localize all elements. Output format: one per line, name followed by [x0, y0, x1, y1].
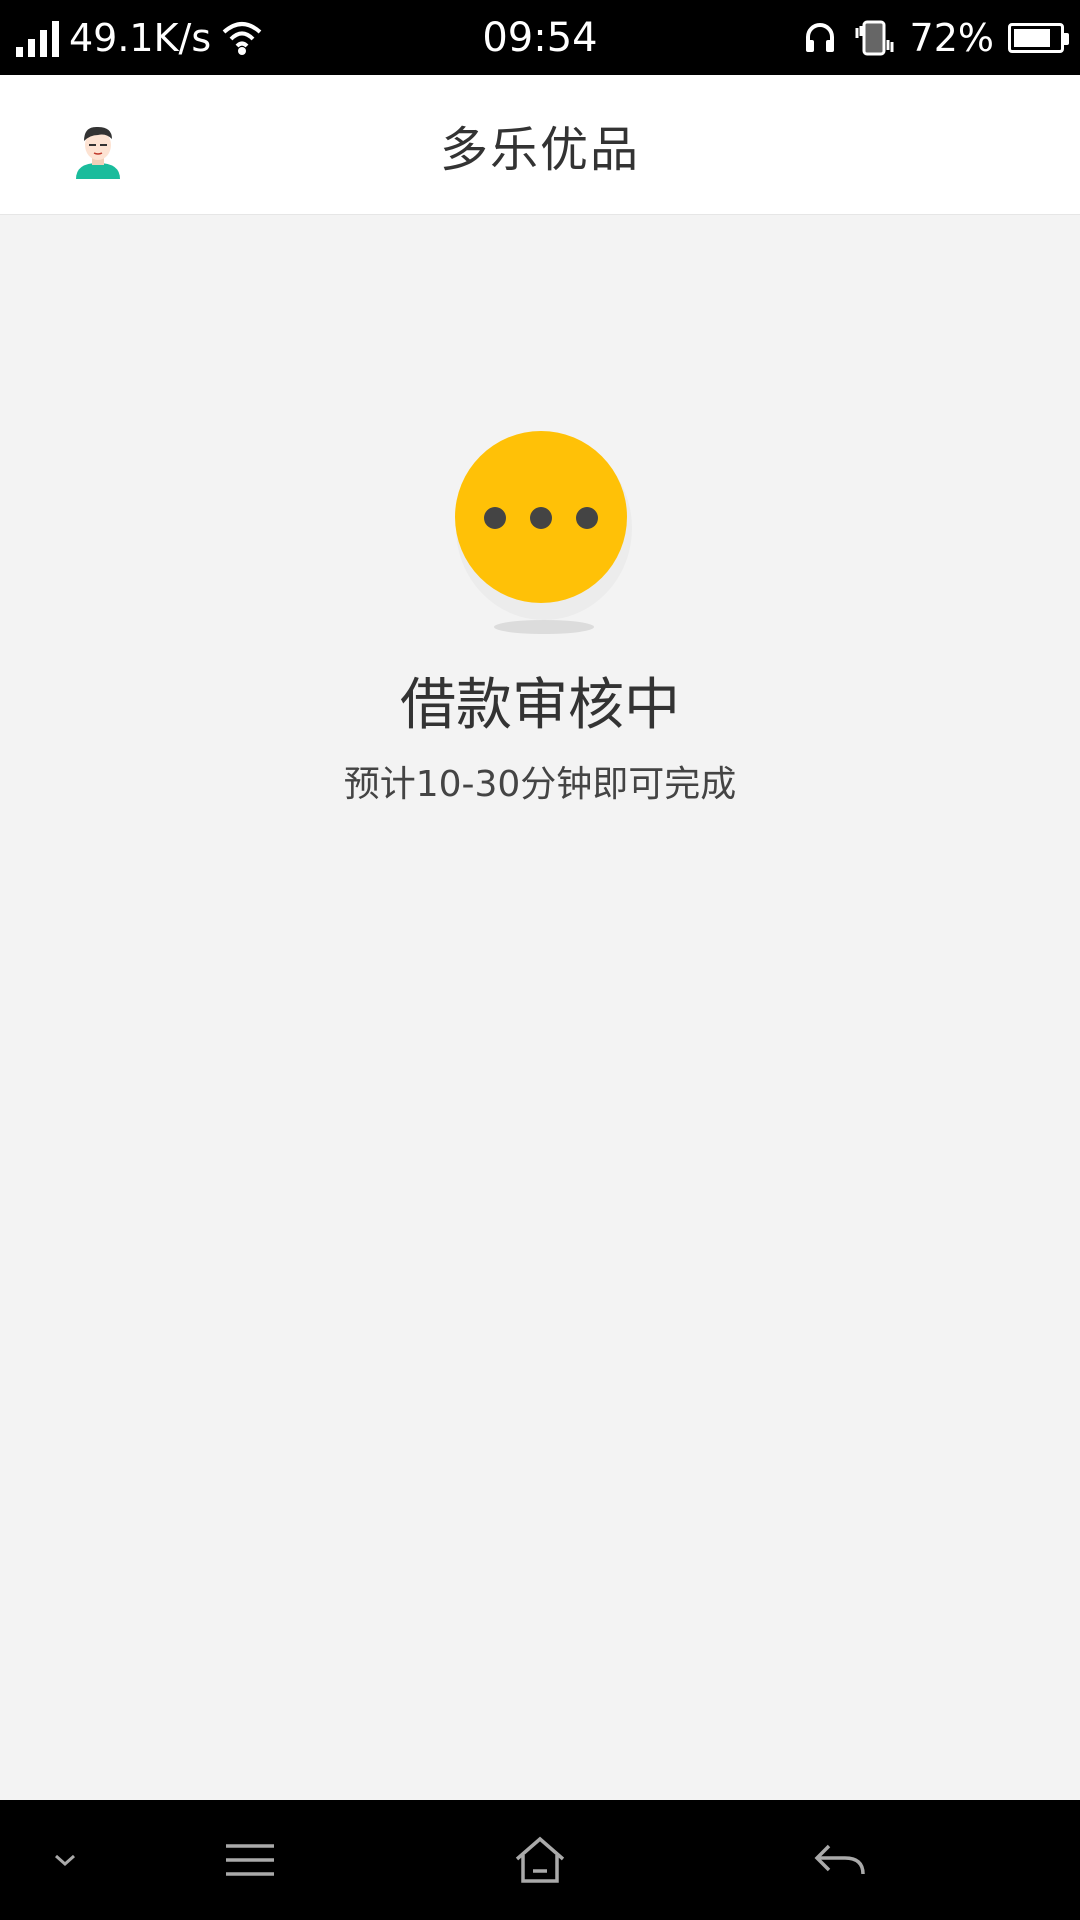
battery-icon — [1008, 22, 1069, 53]
status-bar: 49.1K/s 09:54 72% — [0, 0, 1080, 75]
app-header: 多乐优品 — [0, 75, 1080, 215]
nav-chevron-button[interactable] — [30, 1800, 100, 1920]
back-icon — [814, 1844, 865, 1875]
menu-icon — [226, 1844, 274, 1876]
chevron-down-icon — [55, 1854, 75, 1867]
page-title: 多乐优品 — [439, 122, 640, 178]
status-title: 借款审核中 — [400, 673, 680, 738]
battery-percent: 72% — [909, 15, 994, 60]
home-icon — [515, 1836, 565, 1883]
main-content: 借款审核中 预计10-30分钟即可完成 — [0, 215, 1080, 1800]
nav-back-button[interactable] — [790, 1800, 890, 1920]
status-right: 72% — [802, 0, 1069, 75]
headset-icon — [805, 22, 834, 52]
pending-dots-icon — [455, 431, 632, 634]
status-time: 09:54 — [482, 14, 598, 61]
nav-menu-button[interactable] — [200, 1800, 300, 1920]
nav-bar — [0, 1800, 1080, 1920]
vibrate-icon — [855, 20, 894, 55]
status-subtitle: 预计10-30分钟即可完成 — [343, 764, 737, 805]
nav-home-button[interactable] — [490, 1800, 590, 1920]
